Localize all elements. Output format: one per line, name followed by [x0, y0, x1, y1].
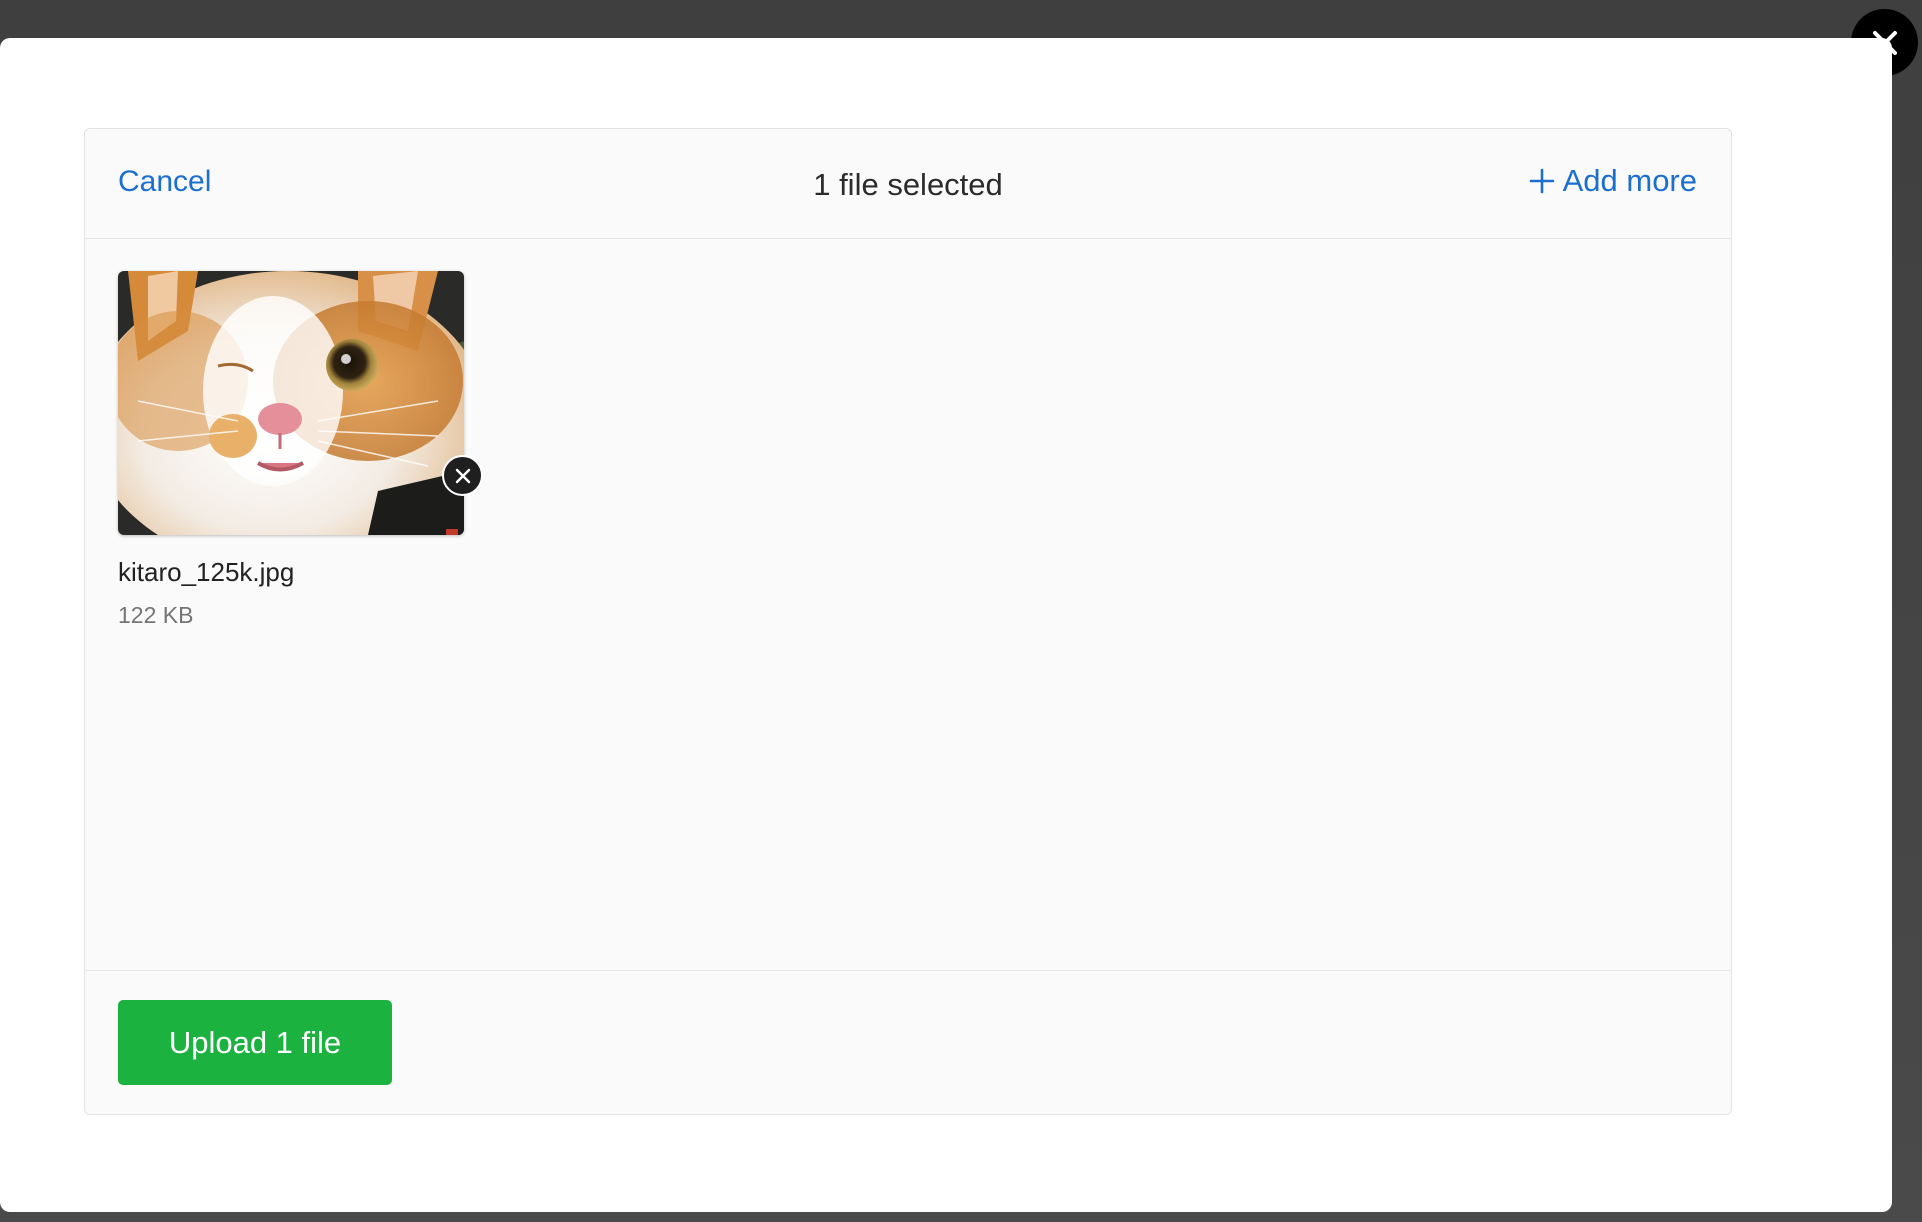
file-size: 122 KB	[118, 602, 194, 628]
dashboard-footer: Upload 1 file	[85, 970, 1731, 1114]
upload-button[interactable]: Upload 1 file	[118, 1000, 392, 1085]
cat-photo	[118, 271, 464, 535]
uploader-dashboard: Cancel 1 file selected Add more kitaro_1…	[84, 128, 1732, 1115]
file-name: kitaro_125k.jpg	[118, 557, 295, 587]
close-icon	[455, 468, 470, 483]
file-thumbnail	[118, 271, 464, 535]
plus-icon	[1529, 168, 1554, 194]
file-item: kitaro_125k.jpg 122 KB	[118, 271, 466, 629]
add-more-button[interactable]: Add more	[1529, 163, 1697, 199]
remove-file-button[interactable]	[442, 455, 483, 496]
add-more-label: Add more	[1562, 163, 1697, 198]
upload-modal: Cancel 1 file selected Add more kitaro_1…	[0, 38, 1892, 1212]
selection-title: 1 file selected	[813, 167, 1003, 202]
dashboard-header: Cancel 1 file selected Add more	[85, 129, 1731, 239]
file-list: kitaro_125k.jpg 122 KB	[85, 239, 1731, 972]
